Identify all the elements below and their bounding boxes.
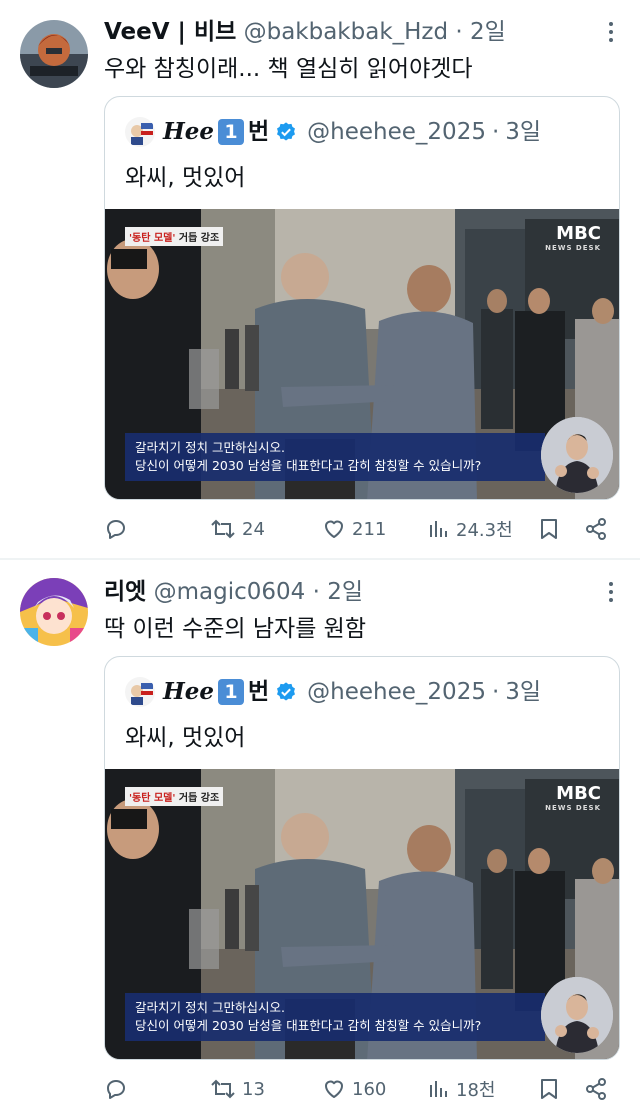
video-thumbnail[interactable]: '동탄 모델' 거듭 강조 MBC NEWS DESK 갈라치기 정치 그만하십시… [105,769,619,1059]
like-button[interactable]: 211 [322,508,386,550]
reply-button[interactable] [104,508,134,550]
tweet-header: VeeV | 비브 @bakbakbak_Hzd · 2일 [104,14,506,50]
like-count: 160 [352,1078,387,1100]
share-button[interactable] [584,1068,608,1110]
quoted-display-name-script[interactable]: Hee [163,115,214,149]
retweet-icon [211,1079,235,1099]
share-icon [586,1078,606,1100]
like-count: 211 [352,518,387,540]
verified-badge-icon [277,122,296,141]
quoted-handle[interactable]: @heehee_2025 [307,115,486,149]
separator: · [455,19,463,45]
quoted-tweet[interactable]: Hee 1 번 @heehee_2025 · 3일 와씨, 멋있어 '동탄 모델… [104,96,620,500]
display-name[interactable]: 리엣 [104,579,146,605]
tweet-actions: 24 211 24.3천 [104,508,620,550]
more-dots-icon[interactable] [608,582,614,604]
separator: · [312,579,320,605]
quoted-tweet-header: Hee 1 번 @heehee_2025 · 3일 [125,115,541,149]
handle[interactable]: @bakbakbak_Hzd [244,19,449,45]
quoted-timestamp[interactable]: 3일 [505,675,541,709]
retweet-button[interactable]: 24 [210,508,265,550]
sign-language-interpreter [541,417,613,493]
tweet-header: 리엣 @magic0604 · 2일 [104,574,363,610]
quoted-avatar[interactable] [125,677,155,707]
quoted-tweet-header: Hee 1 번 @heehee_2025 · 3일 [125,675,541,709]
reply-icon [107,1080,125,1099]
bookmark-icon [541,519,557,539]
share-button[interactable] [584,508,608,550]
retweet-count: 24 [242,518,265,540]
broadcaster-logo: MBC NEWS DESK [545,783,601,813]
quoted-tweet-text: 와씨, 멋있어 [125,165,246,191]
display-name[interactable]: VeeV | 비브 [104,19,236,45]
retweet-icon [211,519,235,539]
views-chart-icon [430,1081,447,1097]
video-subtitle: 갈라치기 정치 그만하십시오. 당신이 어떻게 2030 남성을 대표한다고 감… [125,993,545,1041]
tweet[interactable]: VeeV | 비브 @bakbakbak_Hzd · 2일 우와 참칭이래...… [0,0,640,558]
quoted-display-name-number: 1 [218,679,244,705]
tweet-actions: 13 160 18천 [104,1068,620,1110]
quoted-display-name-script[interactable]: Hee [163,675,214,709]
broadcaster-logo: MBC NEWS DESK [545,223,601,253]
timestamp[interactable]: 2일 [327,579,363,605]
share-icon [586,518,606,540]
retweet-count: 13 [242,1078,265,1100]
quoted-avatar[interactable] [125,117,155,147]
quoted-display-name-suffix: 번 [248,119,270,145]
like-button[interactable]: 160 [322,1068,386,1110]
views-button[interactable]: 24.3천 [428,508,513,550]
quoted-display-name-suffix: 번 [248,679,270,705]
bookmark-button[interactable] [538,508,560,550]
views-button[interactable]: 18천 [428,1068,495,1110]
avatar[interactable] [20,20,88,88]
tweet-text: 우와 참칭이래... 책 열심히 읽어야겟다 [104,56,473,82]
more-dots-icon[interactable] [608,22,614,44]
avatar[interactable] [20,578,88,646]
bookmark-button[interactable] [538,1068,560,1110]
sign-language-interpreter [541,977,613,1053]
quoted-timestamp[interactable]: 3일 [505,115,541,149]
views-count: 24.3천 [456,520,513,541]
quoted-handle[interactable]: @heehee_2025 [307,675,486,709]
video-thumbnail[interactable]: '동탄 모델' 거듭 강조 MBC NEWS DESK 갈라치기 정치 그만하십시… [105,209,619,499]
reply-icon [107,520,125,539]
views-chart-icon [430,521,447,537]
subtitle-line: 갈라치기 정치 그만하십시오. [135,440,285,455]
views-count: 18천 [456,1080,496,1101]
news-caption-tag: '동탄 모델' 거듭 강조 [125,787,224,806]
video-subtitle: 갈라치기 정치 그만하십시오. 당신이 어떻게 2030 남성을 대표한다고 감… [125,433,545,481]
heart-icon [325,520,343,538]
separator: · [491,679,500,705]
subtitle-line: 당신이 어떻게 2030 남성을 대표한다고 감히 참칭할 수 있습니까? [135,1018,482,1033]
tweet-text: 딱 이런 수준의 남자를 원함 [104,616,367,642]
quoted-tweet-text: 와씨, 멋있어 [125,725,246,751]
separator: · [491,119,500,145]
quoted-display-name-number: 1 [218,119,244,145]
retweet-button[interactable]: 13 [210,1068,265,1110]
quoted-tweet[interactable]: Hee 1 번 @heehee_2025 · 3일 와씨, 멋있어 '동탄 모델… [104,656,620,1060]
verified-badge-icon [277,682,296,701]
bookmark-icon [541,1079,557,1099]
tweet[interactable]: 리엣 @magic0604 · 2일 딱 이런 수준의 남자를 원함 Hee 1… [0,560,640,1114]
subtitle-line: 당신이 어떻게 2030 남성을 대표한다고 감히 참칭할 수 있습니까? [135,458,482,473]
subtitle-line: 갈라치기 정치 그만하십시오. [135,1000,285,1015]
timestamp[interactable]: 2일 [470,19,506,45]
news-caption-tag: '동탄 모델' 거듭 강조 [125,227,224,246]
handle[interactable]: @magic0604 [154,579,306,605]
reply-button[interactable] [104,1068,134,1110]
heart-icon [325,1080,343,1098]
